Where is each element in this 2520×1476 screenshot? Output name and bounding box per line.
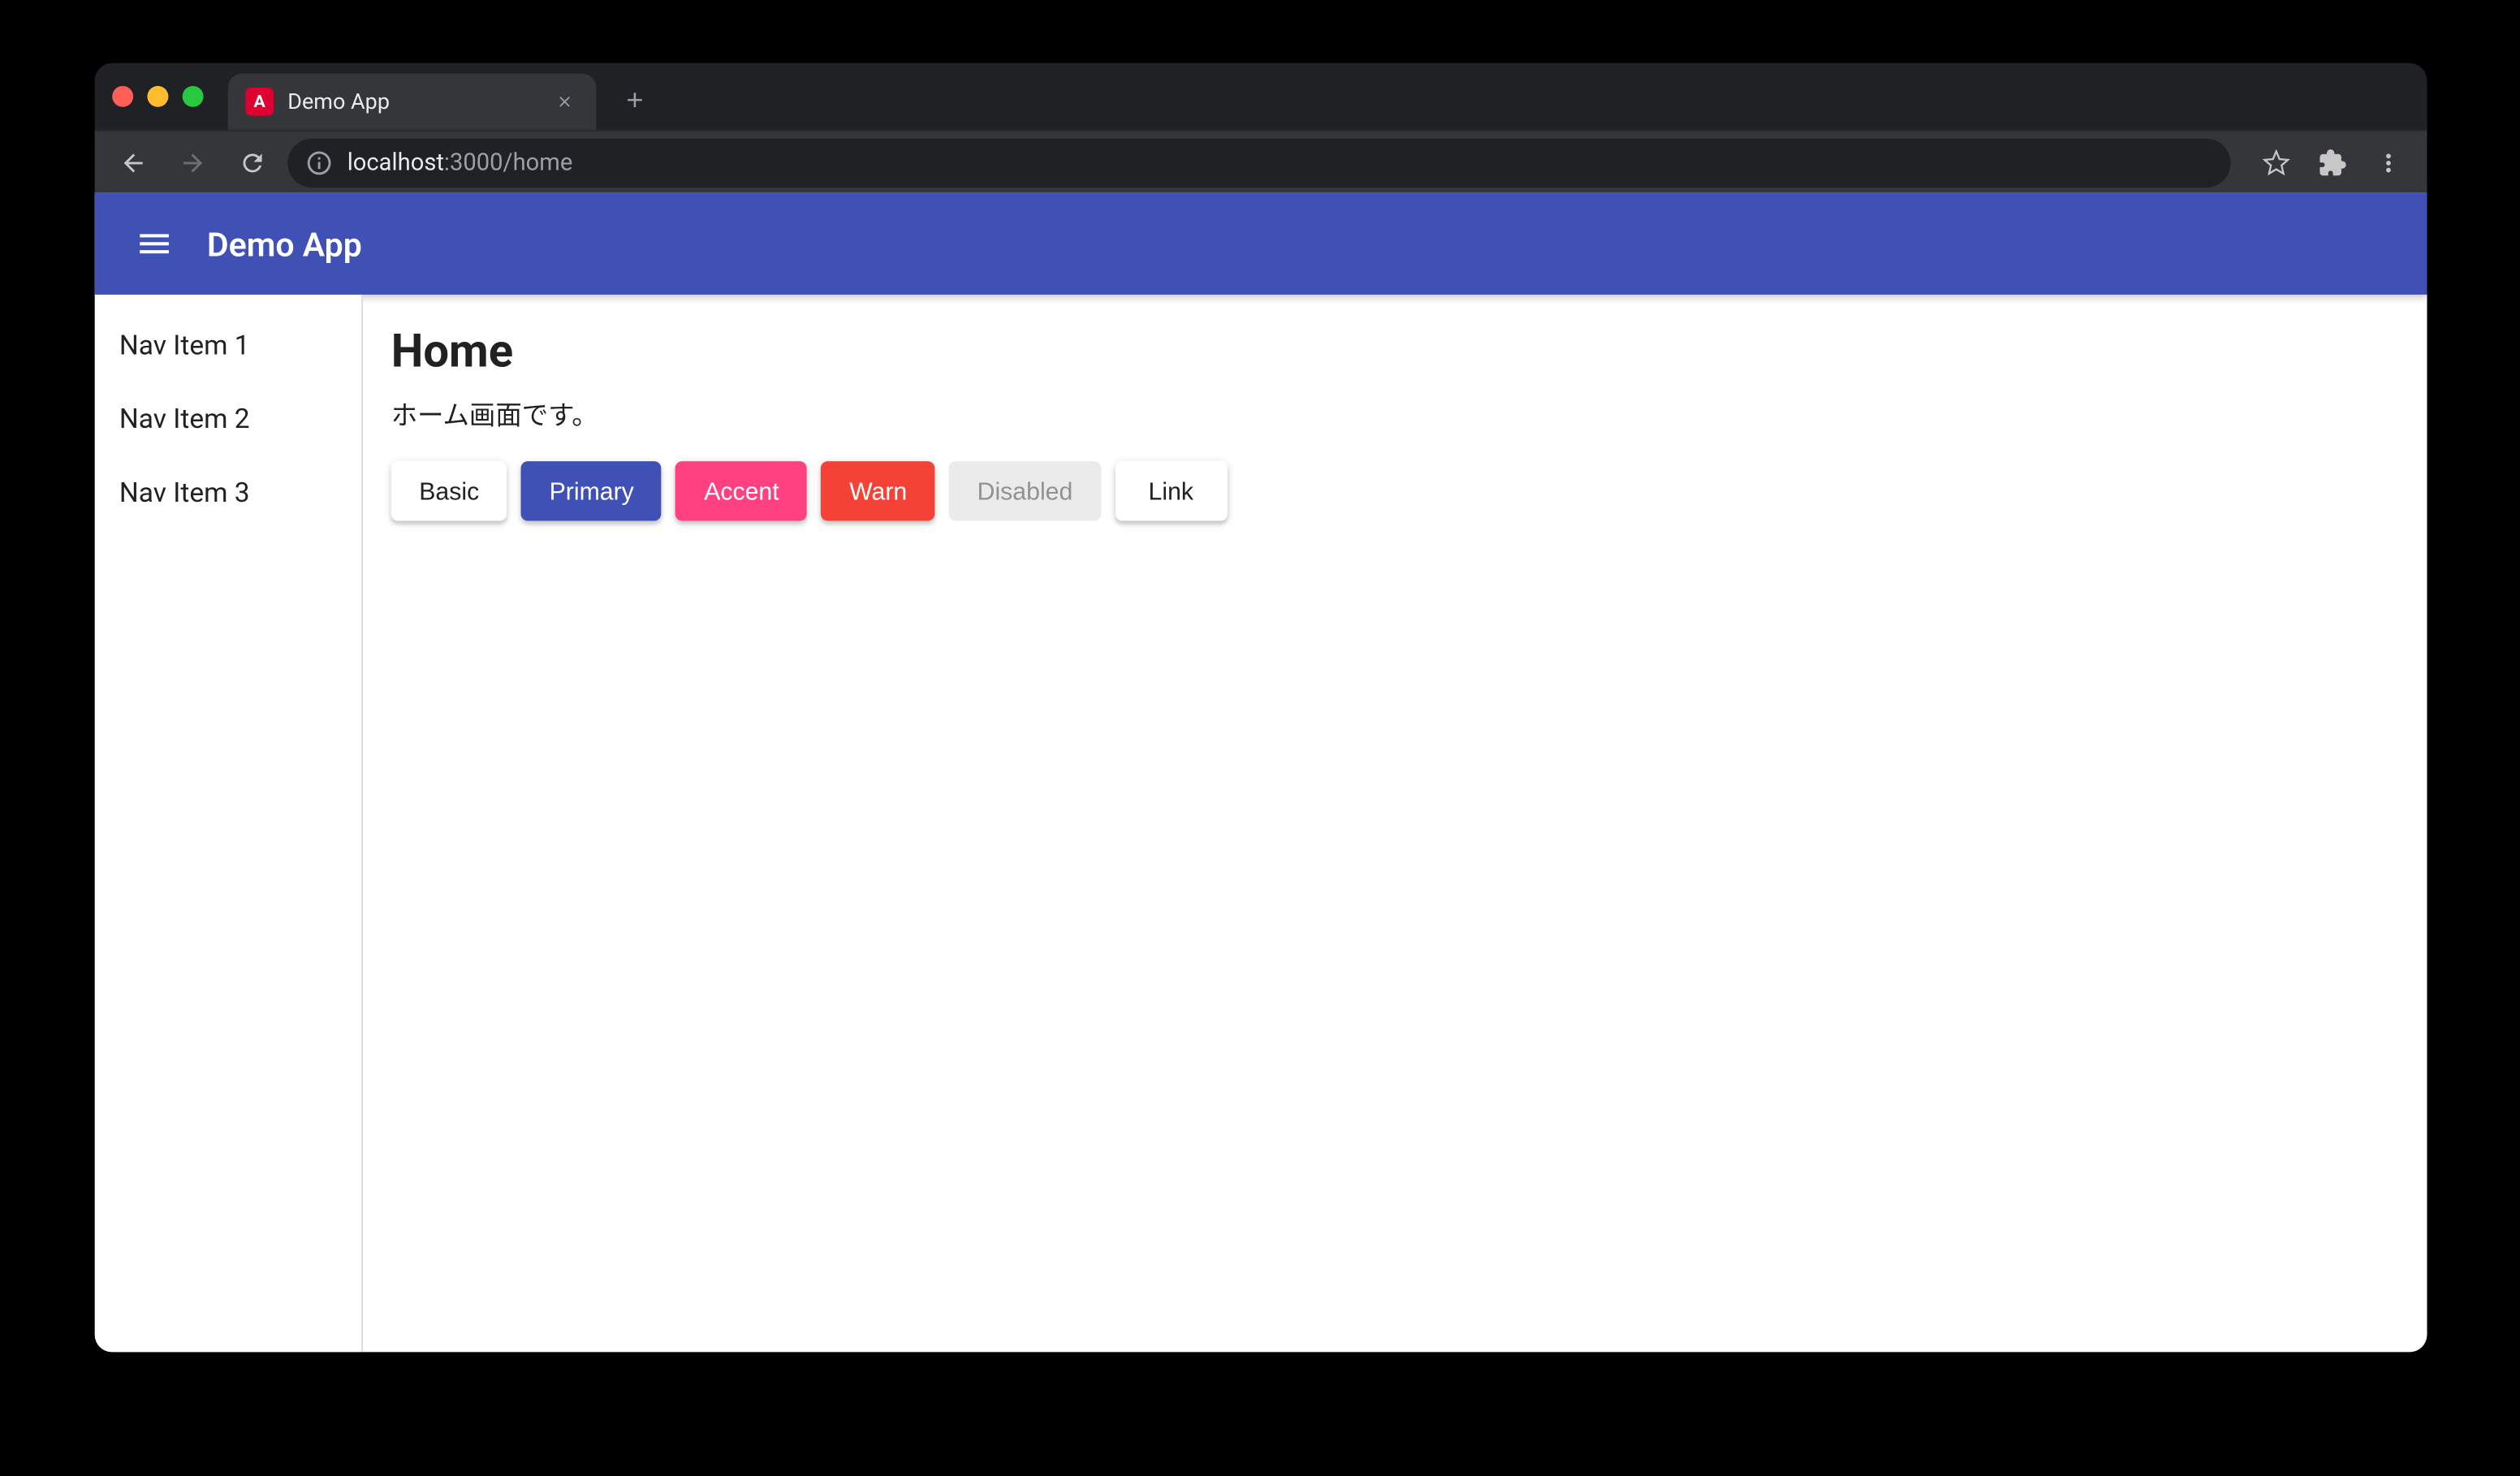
page-heading: Home: [391, 326, 2399, 379]
page-description: ホーム画面です。: [391, 396, 2399, 433]
new-tab-button[interactable]: [611, 76, 659, 124]
accent-button[interactable]: Accent: [676, 461, 808, 520]
url-path: :3000/home: [444, 149, 572, 177]
sidenav-item-3[interactable]: Nav Item 3: [95, 456, 361, 530]
app-toolbar: Demo App: [95, 193, 2427, 295]
reload-button[interactable]: [228, 138, 277, 187]
browser-toolbar: localhost:3000/home: [95, 130, 2427, 193]
extensions-button[interactable]: [2308, 138, 2357, 187]
primary-button[interactable]: Primary: [521, 461, 662, 520]
angular-favicon: A: [245, 88, 274, 116]
button-row: Basic Primary Accent Warn Disabled Link: [391, 461, 2399, 520]
tab-title: Demo App: [287, 88, 390, 114]
address-bar[interactable]: localhost:3000/home: [287, 138, 2230, 187]
info-icon: [305, 149, 334, 177]
disabled-button: Disabled: [949, 461, 1101, 520]
page-viewport: Demo App Nav Item 1 Nav Item 2 Nav Item …: [95, 193, 2427, 1353]
window-maximize-button[interactable]: [183, 86, 204, 107]
sidenav-item-2[interactable]: Nav Item 2: [95, 382, 361, 456]
window-controls: [109, 86, 214, 107]
app-title: Demo App: [207, 223, 362, 264]
url-text: localhost:3000/home: [347, 149, 573, 177]
hamburger-icon: [135, 224, 174, 263]
window-close-button[interactable]: [112, 86, 133, 107]
sidenav-item-1[interactable]: Nav Item 1: [95, 309, 361, 382]
browser-menu-button[interactable]: [2364, 138, 2413, 187]
url-host: localhost: [347, 149, 444, 177]
arrow-back-icon: [119, 149, 148, 177]
site-info-button[interactable]: [305, 149, 334, 177]
plus-icon: [623, 88, 647, 112]
tab-close-button[interactable]: [550, 88, 579, 116]
bookmark-button[interactable]: [2252, 138, 2301, 187]
back-button[interactable]: [109, 138, 158, 187]
forward-button[interactable]: [168, 138, 217, 187]
star-icon: [2262, 149, 2290, 177]
reload-icon: [239, 149, 267, 177]
arrow-forward-icon: [179, 149, 207, 177]
link-button[interactable]: Link: [1115, 461, 1227, 520]
app-body: Nav Item 1 Nav Item 2 Nav Item 3 Home ホー…: [95, 295, 2427, 1353]
menu-toggle-button[interactable]: [127, 216, 183, 272]
close-icon: [556, 93, 574, 110]
window-minimize-button[interactable]: [147, 86, 168, 107]
browser-window: A Demo App: [95, 63, 2427, 1353]
main-content: Home ホーム画面です。 Basic Primary Accent Warn …: [363, 295, 2427, 1353]
browser-tab[interactable]: A Demo App: [228, 74, 597, 130]
more-vert-icon: [2375, 149, 2403, 177]
tab-strip: A Demo App: [95, 63, 2427, 130]
warn-button[interactable]: Warn: [822, 461, 935, 520]
basic-button[interactable]: Basic: [391, 461, 507, 520]
puzzle-icon: [2319, 149, 2347, 177]
sidenav: Nav Item 1 Nav Item 2 Nav Item 3: [95, 295, 363, 1353]
